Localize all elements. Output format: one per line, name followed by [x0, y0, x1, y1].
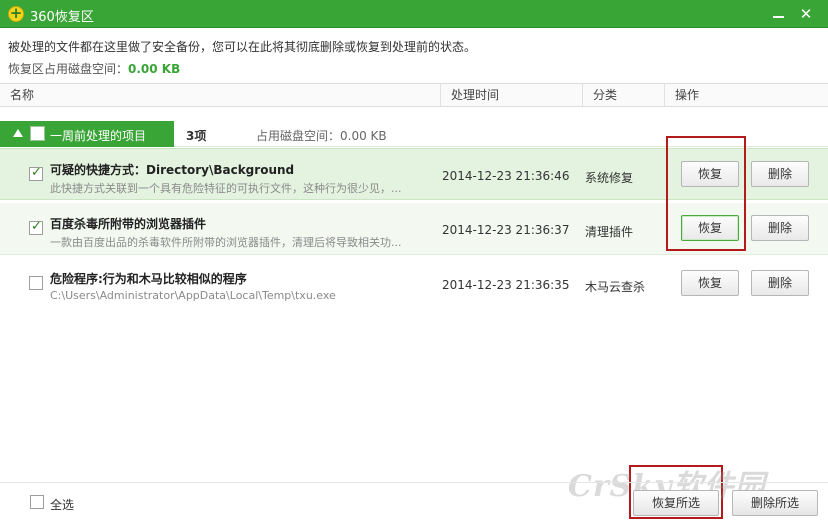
title-bar: 360恢复区 ✕ [0, 0, 828, 28]
restore-button[interactable]: 恢复 [681, 215, 739, 241]
item-time: 2014-12-23 21:36:35 [442, 278, 570, 292]
delete-button[interactable]: 删除 [751, 270, 809, 296]
info-description: 被处理的文件都在这里做了安全备份，您可以在此将其彻底删除或恢复到处理前的状态。 [8, 40, 477, 54]
group-name: 一周前处理的项目 [50, 129, 147, 143]
item-time: 2014-12-23 21:36:37 [442, 223, 570, 237]
item-category: 木马云查杀 [585, 280, 646, 294]
group-count: 3项 [186, 129, 207, 143]
group-size: 占用磁盘空间：0.00 KB [256, 129, 387, 143]
restore-selected-button[interactable]: 恢复所选 [633, 490, 719, 516]
header-time[interactable]: 处理时间 [440, 84, 582, 106]
table-row[interactable]: 百度杀毒所附带的浏览器插件 一款由百度出品的杀毒软件所附带的浏览器插件，清理后将… [0, 203, 828, 255]
item-time: 2014-12-23 21:36:46 [442, 169, 570, 183]
item-description: C:\Users\Administrator\AppData\Local\Tem… [50, 289, 336, 302]
header-name[interactable]: 名称 [0, 84, 440, 106]
disk-usage-value: 0.00 KB [128, 62, 181, 76]
restore-button[interactable]: 恢复 [681, 270, 739, 296]
collapse-triangle-icon[interactable] [13, 129, 23, 137]
close-button[interactable]: ✕ [795, 4, 817, 24]
row-checkbox[interactable] [29, 165, 43, 181]
app-logo-icon [8, 4, 24, 22]
delete-button[interactable]: 删除 [751, 161, 809, 187]
minimize-button[interactable] [768, 4, 790, 24]
delete-selected-button[interactable]: 删除所选 [732, 490, 818, 516]
table-row[interactable]: 可疑的快捷方式：Directory\Background 此快捷方式关联到一个具… [0, 148, 828, 200]
row-checkbox[interactable] [29, 276, 43, 290]
item-name: 百度杀毒所附带的浏览器插件 [50, 217, 207, 231]
disk-usage-label: 恢复区占用磁盘空间： [8, 62, 129, 76]
table-row[interactable]: 危险程序:行为和木马比较相似的程序 C:\Users\Administrator… [0, 258, 828, 310]
disk-usage-info: 恢复区占用磁盘空间：0.00 KB [8, 60, 180, 77]
item-name: 可疑的快捷方式：Directory\Background [50, 163, 295, 177]
delete-button[interactable]: 删除 [751, 215, 809, 241]
header-category[interactable]: 分类 [582, 84, 664, 106]
item-category: 系统修复 [585, 171, 634, 185]
window-title: 360恢复区 [30, 10, 94, 25]
group-tag[interactable]: 一周前处理的项目 [0, 121, 174, 147]
header-action: 操作 [664, 84, 828, 106]
row-checkbox[interactable] [29, 219, 43, 235]
item-description: 一款由百度出品的杀毒软件所附带的浏览器插件，清理后将导致相关功... [50, 236, 402, 249]
select-all-checkbox[interactable] [30, 495, 44, 509]
restore-button[interactable]: 恢复 [681, 161, 739, 187]
select-all-label[interactable]: 全选 [50, 496, 74, 513]
group-header[interactable]: 一周前处理的项目 3项 占用磁盘空间：0.00 KB [0, 121, 828, 147]
item-category: 清理插件 [585, 225, 634, 239]
item-description: 此快捷方式关联到一个具有危险特征的可执行文件，这种行为很少见，... [50, 182, 402, 195]
item-name: 危险程序:行为和木马比较相似的程序 [50, 272, 247, 286]
group-checkbox[interactable] [30, 126, 45, 141]
table-header: 名称 处理时间 分类 操作 [0, 83, 828, 107]
footer-bar: 全选 恢复所选 删除所选 [0, 482, 828, 523]
